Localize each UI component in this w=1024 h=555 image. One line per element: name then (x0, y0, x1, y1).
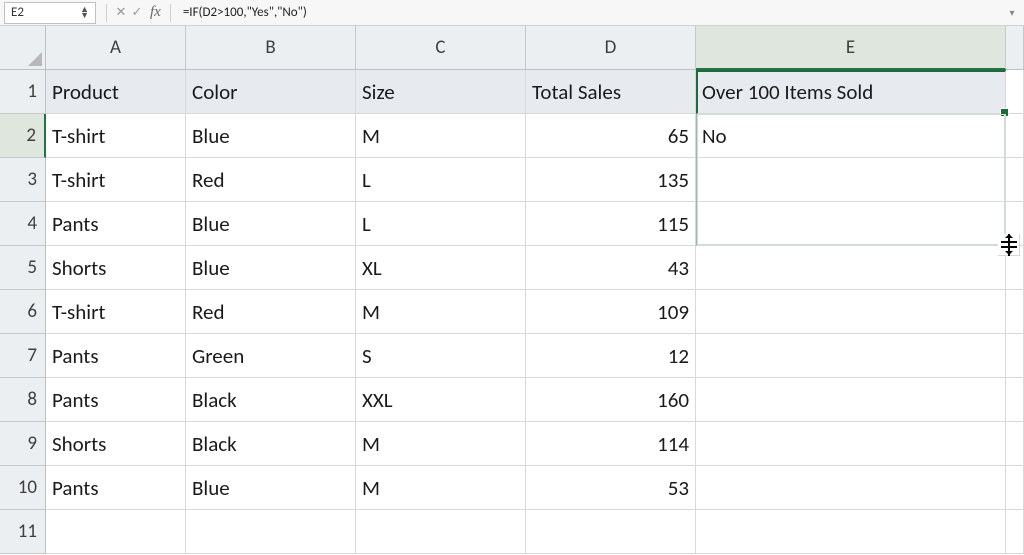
cell-E6[interactable] (696, 290, 1006, 334)
cell-A3[interactable]: T-shirt (46, 158, 186, 202)
worksheet-grid[interactable]: A B C D E 1 Product Color Size Total Sal… (0, 26, 1024, 554)
col-header-C[interactable]: C (356, 26, 526, 70)
cell-blank[interactable] (1006, 114, 1024, 158)
formula-input[interactable]: =IF(D2>100,"Yes","No") (177, 5, 1004, 20)
row-header-9[interactable]: 9 (0, 422, 46, 466)
cell-E11[interactable] (696, 510, 1006, 554)
cell-B7[interactable]: Green (186, 334, 356, 378)
row-header-8[interactable]: 8 (0, 378, 46, 422)
cell-A4[interactable]: Pants (46, 202, 186, 246)
cell-C4[interactable]: L (356, 202, 526, 246)
cell-A2[interactable]: T-shirt (46, 114, 186, 158)
cell-D10[interactable]: 53 (526, 466, 696, 510)
cell-B11[interactable] (186, 510, 356, 554)
row-header-6[interactable]: 6 (0, 290, 46, 334)
col-header-B[interactable]: B (186, 26, 356, 70)
name-box-stepper[interactable]: ▲▼ (80, 7, 89, 19)
cell-D3[interactable]: 135 (526, 158, 696, 202)
fx-icon[interactable]: fx (150, 4, 161, 21)
cell-blank[interactable] (1006, 158, 1024, 202)
cell-C2[interactable]: M (356, 114, 526, 158)
cell-E10[interactable] (696, 466, 1006, 510)
col-header-spacer (1006, 26, 1024, 70)
cell-A1[interactable]: Product (46, 70, 186, 114)
cell-A11[interactable] (46, 510, 186, 554)
cell-B9[interactable]: Black (186, 422, 356, 466)
cell-A7[interactable]: Pants (46, 334, 186, 378)
cell-A5[interactable]: Shorts (46, 246, 186, 290)
formula-bar: E2 ▲▼ ✕ ✓ fx =IF(D2>100,"Yes","No") ▾ (0, 0, 1024, 26)
cell-C1[interactable]: Size (356, 70, 526, 114)
cell-A8[interactable]: Pants (46, 378, 186, 422)
cancel-icon[interactable]: ✕ (113, 5, 129, 20)
cell-B5[interactable]: Blue (186, 246, 356, 290)
cell-D9[interactable]: 114 (526, 422, 696, 466)
name-box-value: E2 (11, 5, 24, 20)
cell-blank[interactable] (1006, 510, 1024, 554)
cell-D1[interactable]: Total Sales (526, 70, 696, 114)
cell-B1[interactable]: Color (186, 70, 356, 114)
formula-bar-expand-icon[interactable]: ▾ (1004, 6, 1020, 19)
row-header-4[interactable]: 4 (0, 202, 46, 246)
cell-C3[interactable]: L (356, 158, 526, 202)
cell-blank[interactable] (1006, 70, 1024, 114)
cell-C7[interactable]: S (356, 334, 526, 378)
col-header-E[interactable]: E (696, 26, 1006, 70)
col-header-D[interactable]: D (526, 26, 696, 70)
cell-D7[interactable]: 12 (526, 334, 696, 378)
cell-B3[interactable]: Red (186, 158, 356, 202)
cell-blank[interactable] (1006, 378, 1024, 422)
cell-blank[interactable] (1006, 202, 1024, 246)
cell-E8[interactable] (696, 378, 1006, 422)
cell-E1[interactable]: Over 100 Items Sold (696, 70, 1006, 114)
cell-B4[interactable]: Blue (186, 202, 356, 246)
cell-blank[interactable] (1006, 246, 1024, 290)
separator (170, 4, 171, 22)
cell-D5[interactable]: 43 (526, 246, 696, 290)
cell-blank[interactable] (1006, 422, 1024, 466)
col-header-A[interactable]: A (46, 26, 186, 70)
row-header-5[interactable]: 5 (0, 246, 46, 290)
cell-D8[interactable]: 160 (526, 378, 696, 422)
cell-A10[interactable]: Pants (46, 466, 186, 510)
cell-E5[interactable] (696, 246, 1006, 290)
cell-E9[interactable] (696, 422, 1006, 466)
cell-E7[interactable] (696, 334, 1006, 378)
row-header-2[interactable]: 2 (0, 114, 46, 158)
cell-A6[interactable]: T-shirt (46, 290, 186, 334)
cell-B8[interactable]: Black (186, 378, 356, 422)
row-header-7[interactable]: 7 (0, 334, 46, 378)
row-header-10[interactable]: 10 (0, 466, 46, 510)
cell-C10[interactable]: M (356, 466, 526, 510)
cell-C8[interactable]: XXL (356, 378, 526, 422)
cell-E4[interactable] (696, 202, 1006, 246)
row-header-1[interactable]: 1 (0, 70, 46, 114)
cell-D2[interactable]: 65 (526, 114, 696, 158)
cell-B2[interactable]: Blue (186, 114, 356, 158)
row-header-3[interactable]: 3 (0, 158, 46, 202)
cell-D6[interactable]: 109 (526, 290, 696, 334)
cell-C9[interactable]: M (356, 422, 526, 466)
cell-B10[interactable]: Blue (186, 466, 356, 510)
row-header-11[interactable]: 11 (0, 510, 46, 554)
cell-B6[interactable]: Red (186, 290, 356, 334)
cell-blank[interactable] (1006, 290, 1024, 334)
cell-C6[interactable]: M (356, 290, 526, 334)
cell-D11[interactable] (526, 510, 696, 554)
cell-E2[interactable]: No (696, 114, 1006, 158)
cell-E3[interactable] (696, 158, 1006, 202)
separator (106, 4, 107, 22)
cell-blank[interactable] (1006, 334, 1024, 378)
cell-A9[interactable]: Shorts (46, 422, 186, 466)
cell-blank[interactable] (1006, 466, 1024, 510)
cell-D4[interactable]: 115 (526, 202, 696, 246)
cell-C11[interactable] (356, 510, 526, 554)
cell-C5[interactable]: XL (356, 246, 526, 290)
name-box[interactable]: E2 ▲▼ (4, 2, 96, 24)
accept-icon[interactable]: ✓ (129, 5, 145, 20)
select-all-triangle[interactable] (0, 26, 46, 70)
